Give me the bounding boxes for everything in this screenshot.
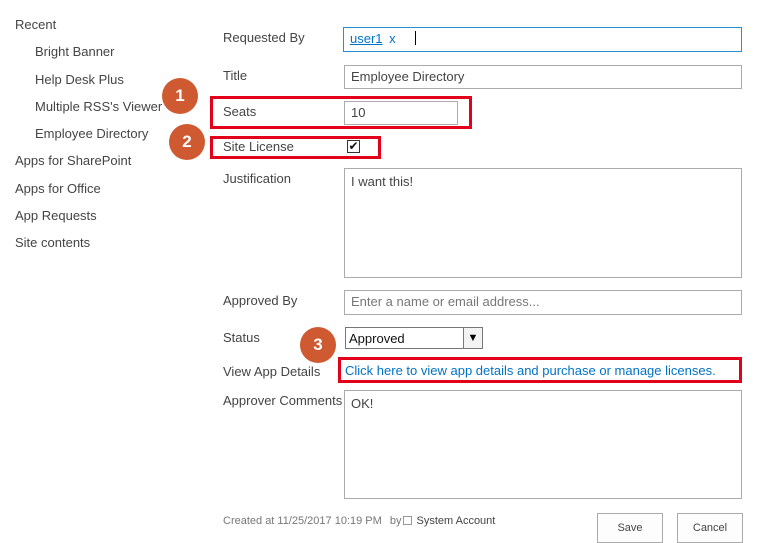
highlight-box-seats: [210, 96, 472, 129]
created-by-user[interactable]: System Account: [416, 515, 495, 527]
approved-by-people-picker[interactable]: Enter a name or email address...: [344, 290, 742, 315]
chevron-down-icon[interactable]: ▼: [463, 328, 482, 348]
callout-number-1: 1: [162, 78, 198, 114]
status-label: Status: [223, 330, 260, 345]
justification-label: Justification: [223, 171, 291, 186]
created-info: Created at 11/25/2017 10:19 PM by System …: [223, 515, 495, 527]
nav-recent-item-employee-directory[interactable]: Employee Directory: [35, 126, 148, 141]
highlight-box-app-details: [338, 357, 742, 383]
nav-apps-for-office[interactable]: Apps for Office: [15, 181, 101, 196]
nav-apps-for-sharepoint[interactable]: Apps for SharePoint: [15, 153, 131, 168]
callout-number-2: 2: [169, 124, 205, 160]
requested-by-label: Requested By: [223, 30, 305, 45]
justification-textarea[interactable]: I want this!: [344, 168, 742, 278]
save-button[interactable]: Save: [597, 513, 663, 543]
requested-by-people-picker[interactable]: user1 x: [343, 27, 742, 52]
callout-number-3: 3: [300, 327, 336, 363]
approver-comments-label: Approver Comments: [223, 393, 343, 408]
nav-recent-item-help-desk-plus[interactable]: Help Desk Plus: [35, 72, 124, 87]
presence-indicator-icon: [403, 516, 413, 525]
approved-by-label: Approved By: [223, 293, 298, 308]
nav-site-contents[interactable]: Site contents: [15, 235, 90, 250]
title-input[interactable]: Employee Directory: [344, 65, 742, 89]
status-selected-value: Approved: [349, 331, 405, 346]
approver-comments-textarea[interactable]: OK!: [344, 390, 742, 499]
cancel-button[interactable]: Cancel: [677, 513, 743, 543]
nav-recent-heading[interactable]: Recent: [15, 17, 56, 32]
highlight-box-site-license: [210, 136, 381, 159]
nav-recent-item-bright-banner[interactable]: Bright Banner: [35, 44, 115, 59]
created-at-text: Created at 11/25/2017 10:19 PM: [223, 515, 382, 527]
text-cursor: [415, 31, 417, 45]
created-by-text: by: [389, 515, 402, 527]
remove-user-button[interactable]: x: [389, 31, 396, 46]
requested-by-user-token[interactable]: user1: [350, 31, 383, 46]
status-dropdown[interactable]: Approved ▼: [345, 327, 483, 349]
view-app-details-label: View App Details: [223, 364, 321, 379]
approved-by-placeholder: Enter a name or email address...: [351, 294, 540, 309]
nav-app-requests[interactable]: App Requests: [15, 208, 97, 223]
nav-recent-item-multiple-rss-viewer[interactable]: Multiple RSS's Viewer: [35, 99, 162, 114]
title-label: Title: [223, 68, 248, 83]
